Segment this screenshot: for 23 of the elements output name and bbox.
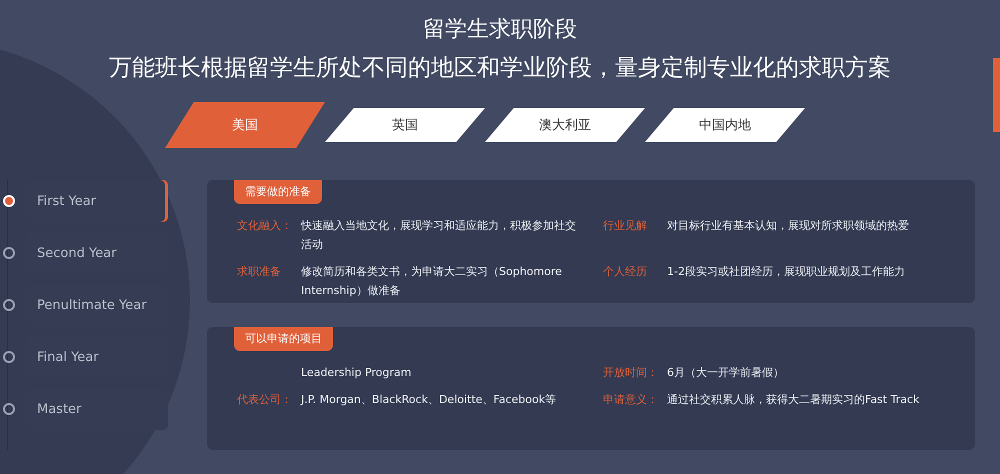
page-title: 留学生求职阶段	[422, 16, 578, 44]
region-tab[interactable]: 美国	[165, 102, 325, 148]
field-value: Leadership Program	[301, 365, 412, 381]
field-value: 快速融入当地文化，展现学习和适应能力，积极参加社交活动	[301, 218, 577, 253]
field-label: 行业见解	[603, 218, 648, 234]
field-label: 求职准备	[237, 264, 282, 280]
card-title: 可以申请的项目	[234, 327, 333, 351]
field-label: 开放时间：	[603, 365, 659, 381]
region-tab[interactable]: 澳大利亚	[485, 108, 645, 142]
region-tab[interactable]: 中国内地	[645, 108, 805, 142]
page-subtitle: 万能班长根据留学生所处不同的地区和学业阶段，量身定制专业化的求职方案	[108, 54, 892, 83]
field-value: 通过社交积累人脉，获得大二暑期实习的Fast Track	[667, 392, 920, 408]
field-value: 对目标行业有基本认知，展现对所求职领域的热爱	[667, 218, 909, 234]
card-title: 需要做的准备	[234, 180, 322, 204]
field-label: 申请意义：	[603, 392, 659, 408]
field-value: 1-2段实习或社团经历，展现职业规划及工作能力	[667, 264, 905, 280]
region-tab[interactable]: 英国	[325, 108, 485, 142]
field-label: 文化融入：	[237, 218, 293, 234]
field-value: 6月（大一开学前暑假）	[667, 365, 784, 381]
field-label: 代表公司：	[237, 392, 293, 408]
field-value: 修改简历和各类文书，为申请大二实习（Sophomore Internship）做准备	[301, 264, 563, 299]
field-value: J.P. Morgan、BlackRock、Deloitte、Facebook等	[301, 392, 556, 408]
field-label: 个人经历	[603, 264, 648, 280]
